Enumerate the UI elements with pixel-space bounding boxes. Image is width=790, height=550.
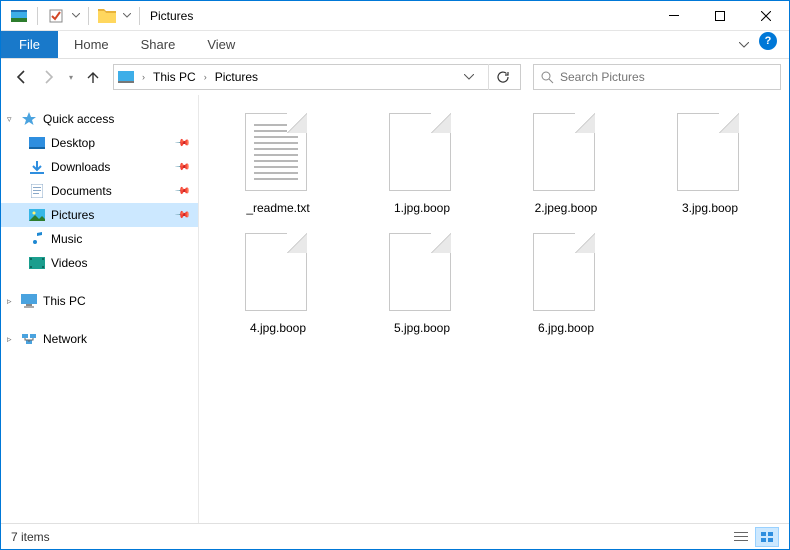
file-label: 6.jpg.boop <box>538 321 594 335</box>
search-input[interactable] <box>560 70 774 84</box>
file-label: 1.jpg.boop <box>394 201 450 215</box>
status-bar: 7 items <box>1 523 789 549</box>
chevron-right-icon[interactable]: › <box>204 72 207 82</box>
file-label: 3.jpg.boop <box>682 201 738 215</box>
generic-file-icon <box>533 113 599 193</box>
item-count-label: 7 items <box>11 530 50 544</box>
pc-icon <box>21 293 37 309</box>
desktop-icon <box>29 135 45 151</box>
window-title: Pictures <box>150 9 193 23</box>
refresh-button[interactable] <box>488 64 516 90</box>
file-item[interactable]: 4.jpg.boop <box>209 233 347 335</box>
file-item[interactable]: 2.jpeg.boop <box>497 113 635 215</box>
sidebar-network[interactable]: ▹ Network <box>1 327 198 351</box>
sidebar-item-label: Downloads <box>51 160 110 174</box>
pin-icon: 📌 <box>173 159 190 176</box>
pictures-icon <box>29 207 45 223</box>
file-item[interactable]: 5.jpg.boop <box>353 233 491 335</box>
file-label: _readme.txt <box>246 201 309 215</box>
file-item[interactable]: 6.jpg.boop <box>497 233 635 335</box>
search-icon <box>540 70 554 84</box>
navigation-toolbar: ▾ › This PC › Pictures <box>1 59 789 95</box>
up-button[interactable] <box>81 65 105 89</box>
file-item[interactable]: 3.jpg.boop <box>641 113 779 215</box>
file-item[interactable]: 1.jpg.boop <box>353 113 491 215</box>
chevron-right-icon[interactable]: ▹ <box>7 296 12 307</box>
expand-ribbon-icon[interactable] <box>729 31 759 58</box>
address-dropdown-icon[interactable] <box>458 74 480 80</box>
text-file-icon <box>245 113 311 193</box>
address-bar[interactable]: › This PC › Pictures <box>113 64 521 90</box>
videos-icon <box>29 255 45 271</box>
ribbon: File Home Share View ? <box>1 31 789 59</box>
sidebar-item-label: Videos <box>51 256 87 270</box>
sidebar-item-downloads[interactable]: Downloads 📌 <box>1 155 198 179</box>
file-grid: _readme.txt 1.jpg.boop 2.jpeg.boop 3.jpg.bo… <box>209 113 779 335</box>
sidebar-this-pc[interactable]: ▹ This PC <box>1 289 198 313</box>
breadcrumb-pictures[interactable]: Pictures <box>215 70 258 84</box>
music-icon <box>29 231 45 247</box>
forward-button[interactable] <box>37 65 61 89</box>
search-box[interactable] <box>533 64 781 90</box>
generic-file-icon <box>389 233 455 313</box>
maximize-button[interactable] <box>697 1 743 31</box>
system-menu-icon[interactable] <box>7 5 31 27</box>
tab-view[interactable]: View <box>191 31 251 58</box>
navigation-pane: ▿ Quick access Desktop 📌 Downloads 📌 Doc… <box>1 95 199 523</box>
file-tab[interactable]: File <box>1 31 58 58</box>
file-label: 5.jpg.boop <box>394 321 450 335</box>
network-icon <box>21 331 37 347</box>
chevron-right-icon[interactable]: › <box>142 72 145 82</box>
pin-icon: 📌 <box>173 207 190 224</box>
qat-dropdown-icon[interactable] <box>70 5 82 27</box>
folder-icon[interactable] <box>95 5 119 27</box>
minimize-button[interactable] <box>651 1 697 31</box>
tab-home[interactable]: Home <box>58 31 125 58</box>
content-pane[interactable]: _readme.txt 1.jpg.boop 2.jpeg.boop 3.jpg.bo… <box>199 95 789 523</box>
pc-icon <box>118 71 134 83</box>
details-view-button[interactable] <box>729 527 753 547</box>
breadcrumb-this-pc[interactable]: This PC <box>153 70 196 84</box>
window-controls <box>651 1 789 31</box>
sidebar-item-pictures[interactable]: Pictures 📌 <box>1 203 198 227</box>
sidebar-item-videos[interactable]: Videos <box>1 251 198 275</box>
chevron-right-icon[interactable]: ▹ <box>7 334 12 345</box>
generic-file-icon <box>245 233 311 313</box>
downloads-icon <box>29 159 45 175</box>
pin-icon: 📌 <box>173 135 190 152</box>
large-icons-view-button[interactable] <box>755 527 779 547</box>
sidebar-item-documents[interactable]: Documents 📌 <box>1 179 198 203</box>
sidebar-item-desktop[interactable]: Desktop 📌 <box>1 131 198 155</box>
sidebar-item-label: Pictures <box>51 208 94 222</box>
sidebar-item-label: Documents <box>51 184 112 198</box>
file-item[interactable]: _readme.txt <box>209 113 347 215</box>
title-bar: Pictures <box>1 1 789 31</box>
recent-locations-icon[interactable]: ▾ <box>65 73 77 82</box>
tab-share[interactable]: Share <box>125 31 192 58</box>
help-button[interactable]: ? <box>759 32 785 58</box>
close-button[interactable] <box>743 1 789 31</box>
properties-icon[interactable] <box>44 5 68 27</box>
quick-access-toolbar <box>1 5 144 27</box>
generic-file-icon <box>389 113 455 193</box>
sidebar-item-music[interactable]: Music <box>1 227 198 251</box>
generic-file-icon <box>533 233 599 313</box>
file-label: 4.jpg.boop <box>250 321 306 335</box>
documents-icon <box>29 183 45 199</box>
chevron-down-icon[interactable]: ▿ <box>7 114 12 125</box>
star-icon <box>21 111 37 127</box>
sidebar-item-label: Quick access <box>43 112 114 126</box>
back-button[interactable] <box>9 65 33 89</box>
sidebar-quick-access[interactable]: ▿ Quick access <box>1 107 198 131</box>
qat-dropdown2-icon[interactable] <box>121 5 133 27</box>
pin-icon: 📌 <box>173 183 190 200</box>
sidebar-item-label: Network <box>43 332 87 346</box>
sidebar-item-label: This PC <box>43 294 86 308</box>
sidebar-item-label: Music <box>51 232 82 246</box>
generic-file-icon <box>677 113 743 193</box>
file-label: 2.jpeg.boop <box>535 201 598 215</box>
sidebar-item-label: Desktop <box>51 136 95 150</box>
